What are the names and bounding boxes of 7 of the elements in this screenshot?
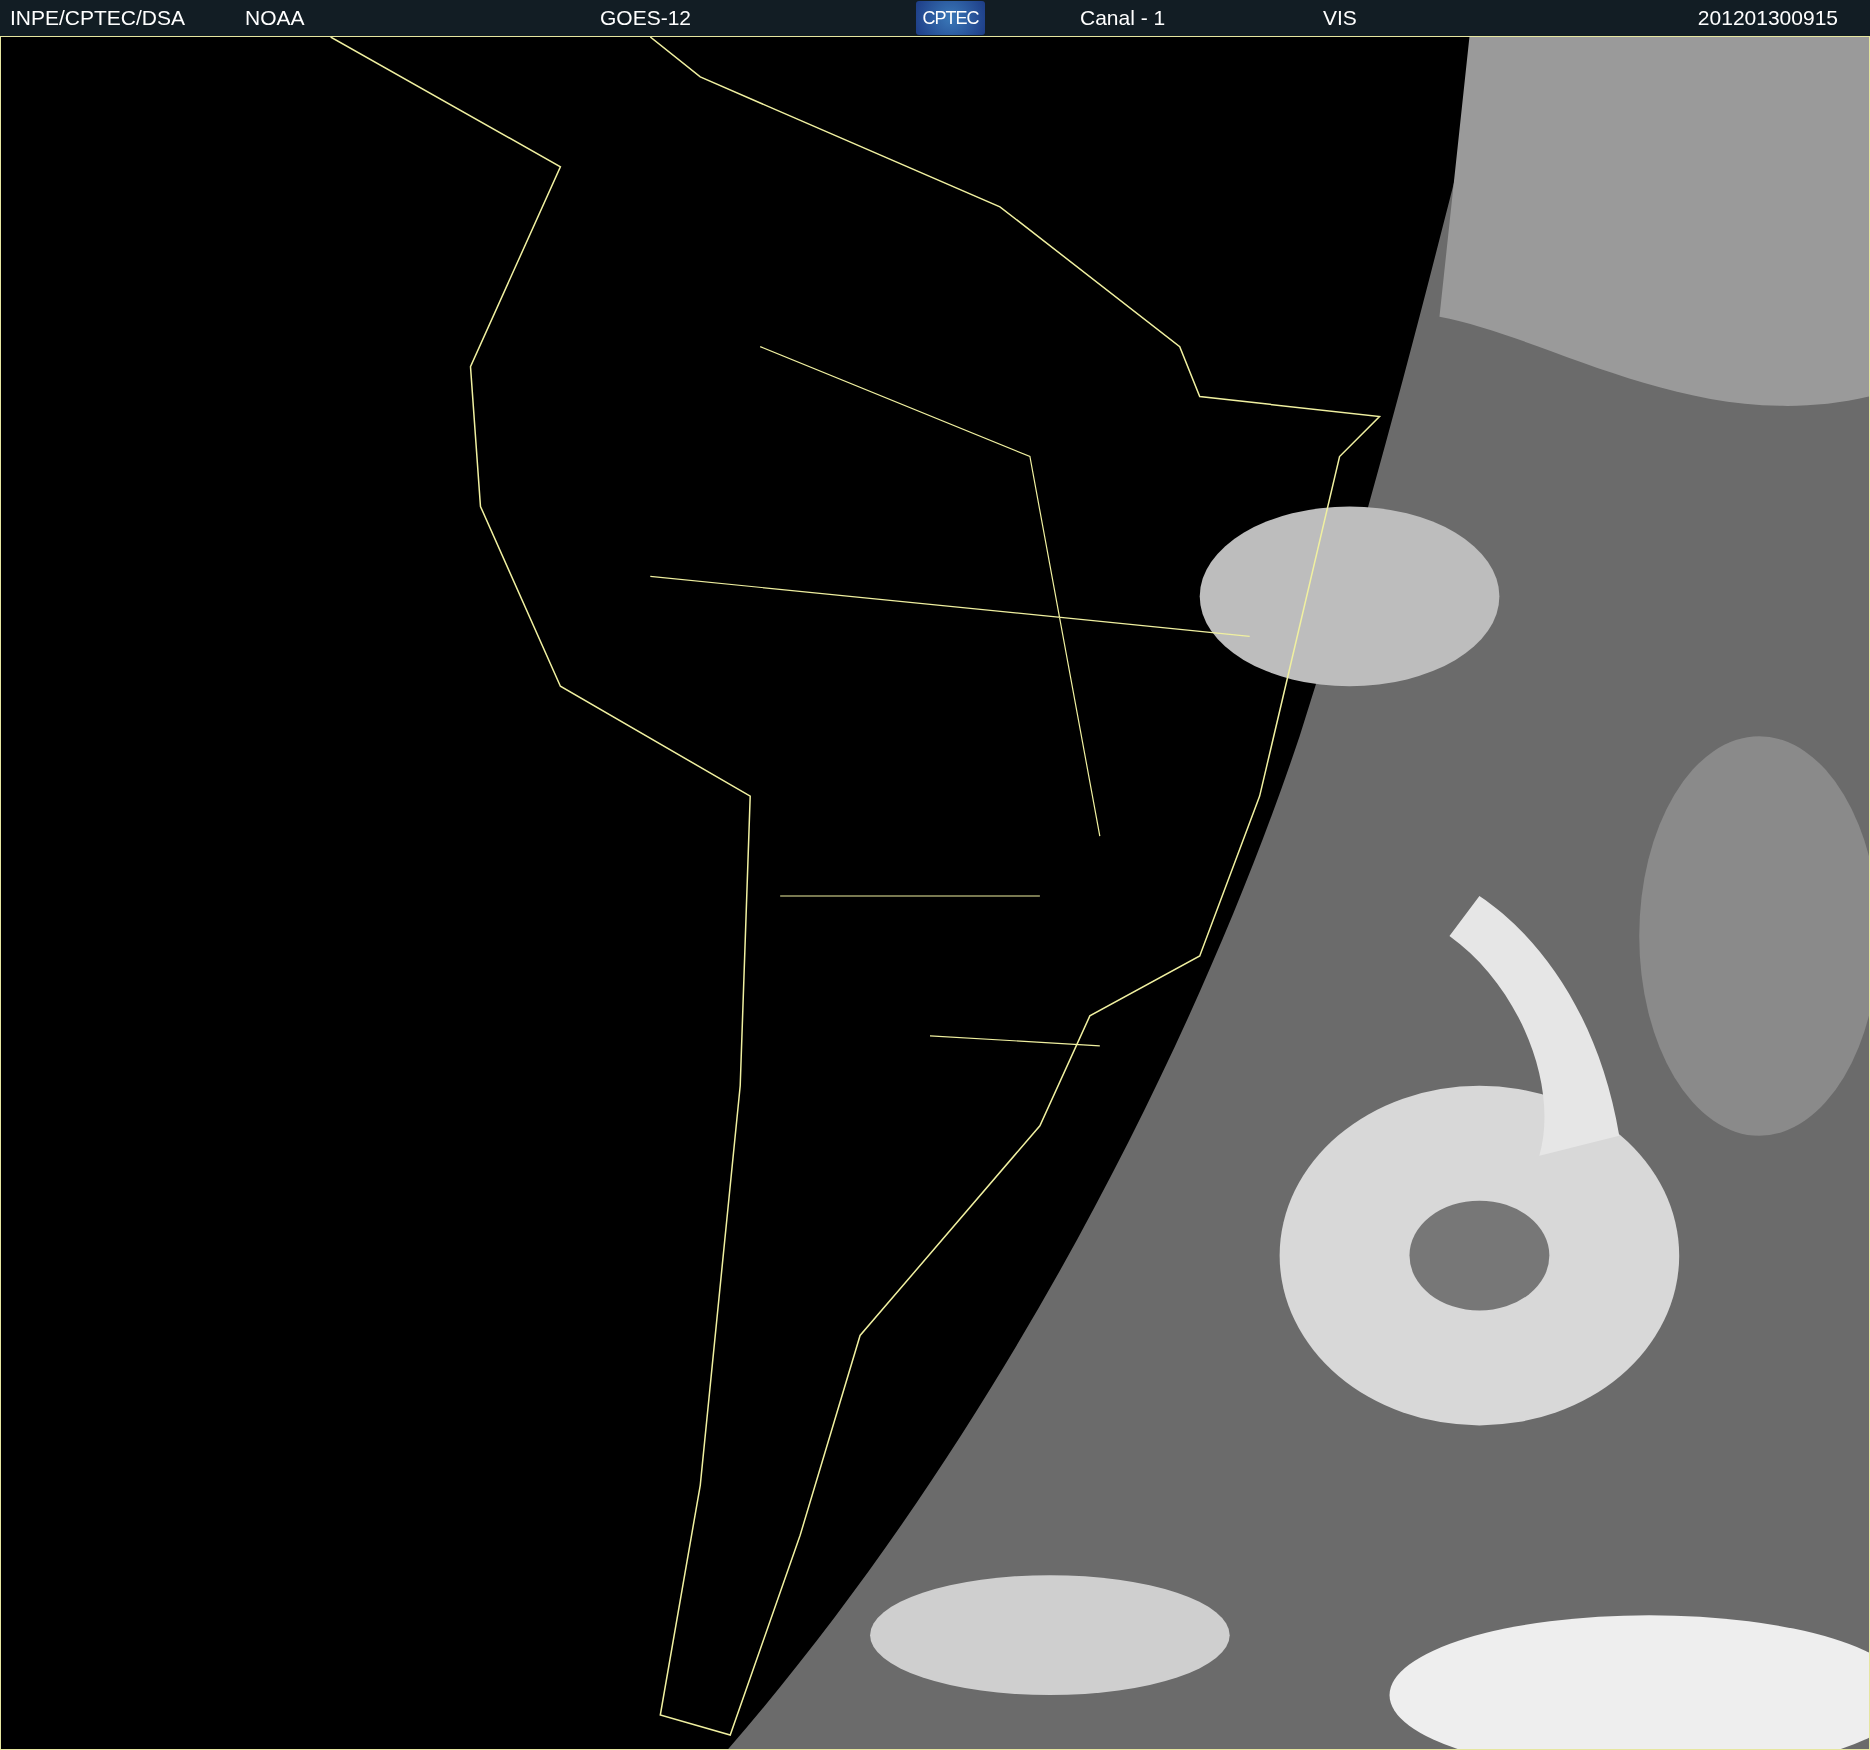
band-label: VIS: [1323, 6, 1357, 30]
timestamp-label: 201201300915: [1697, 6, 1838, 30]
agency-label: NOAA: [245, 6, 305, 30]
channel-label: Canal - 1: [1080, 6, 1166, 30]
satellite-label: GOES-12: [600, 6, 692, 30]
logo: CPTEC: [916, 1, 985, 35]
source-label: INPE/CPTEC/DSA: [10, 6, 186, 30]
